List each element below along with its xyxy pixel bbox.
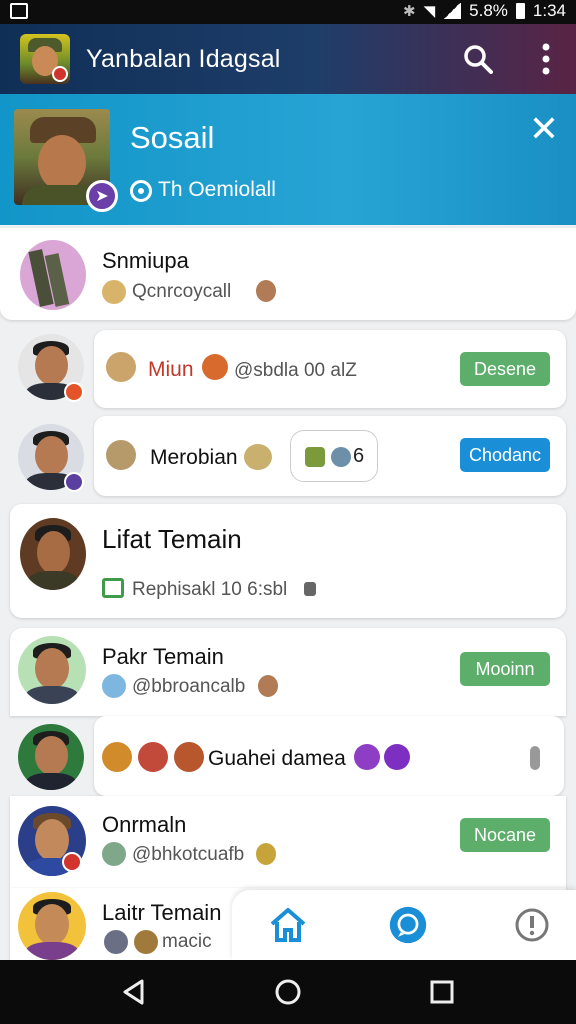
contact-handle: macic bbox=[162, 931, 212, 952]
user-icon bbox=[134, 930, 158, 954]
social-banner[interactable]: ➤ Sosail Th Oemiolall bbox=[0, 94, 576, 225]
system-nav-bar bbox=[0, 960, 576, 1024]
hand-icon bbox=[256, 280, 276, 302]
alert-icon[interactable] bbox=[512, 905, 552, 945]
user-icon bbox=[106, 440, 136, 470]
badge-icon bbox=[62, 852, 82, 872]
list-item[interactable]: Miun @sbdla 00 alZ Desene bbox=[94, 330, 566, 408]
chat-icon[interactable] bbox=[388, 905, 428, 945]
heart-icon bbox=[202, 354, 228, 380]
list-item[interactable]: Onrmaln @bhkotcuafb Nocane bbox=[10, 796, 566, 888]
list-item[interactable]: Snmiupa Qcnrcoycall bbox=[0, 228, 576, 320]
pin-icon bbox=[304, 582, 316, 596]
contact-handle: @bbroancalb bbox=[132, 676, 246, 697]
message-icon bbox=[102, 578, 124, 598]
avatar bbox=[20, 518, 86, 590]
contact-name: Guahei damea bbox=[208, 747, 346, 770]
counter-value: 6 bbox=[353, 445, 365, 467]
banner-title: Sosail bbox=[130, 120, 215, 155]
back-icon[interactable] bbox=[120, 978, 148, 1006]
avatar bbox=[20, 240, 86, 310]
status-icon bbox=[102, 280, 126, 304]
avatar bbox=[18, 636, 86, 704]
status-bar: ✱ ◥ 5.8% 1:34 bbox=[0, 0, 576, 24]
contact-name: Laitr Temain bbox=[102, 900, 222, 925]
game-icon bbox=[102, 742, 132, 772]
status-icon bbox=[104, 930, 128, 954]
action-button[interactable]: Nocane bbox=[460, 818, 550, 852]
clock: 1:34 bbox=[532, 1, 566, 20]
action-button[interactable]: Chodanc bbox=[460, 438, 550, 472]
close-icon[interactable]: ✕ bbox=[528, 111, 560, 147]
contact-handle: @sbdla 00 alZ bbox=[234, 360, 357, 381]
action-button[interactable]: Mooinn bbox=[460, 652, 550, 686]
user-icon bbox=[106, 352, 136, 382]
status-icon bbox=[102, 842, 126, 866]
contact-handle: Qcnrcoycall bbox=[132, 281, 232, 302]
status-icon bbox=[102, 674, 126, 698]
group-icon bbox=[244, 444, 272, 470]
wifi-icon: ◥ bbox=[423, 3, 436, 20]
search-icon[interactable] bbox=[460, 41, 496, 77]
gallery-icon bbox=[10, 3, 28, 19]
recents-icon[interactable] bbox=[428, 978, 456, 1006]
game-icon bbox=[138, 742, 168, 772]
contact-name: Lifat Temain bbox=[102, 524, 242, 554]
heart-icon bbox=[354, 744, 380, 770]
list-item[interactable]: Lifat Temain Rephisakl 10 6:sbl bbox=[10, 504, 566, 618]
action-button[interactable]: Desene bbox=[460, 352, 550, 386]
location-icon bbox=[130, 180, 152, 202]
leaf-icon bbox=[305, 447, 325, 467]
list-item[interactable]: Guahei damea bbox=[94, 716, 564, 796]
app-title: Yanbalan Idagsal bbox=[86, 45, 281, 73]
avatar[interactable] bbox=[18, 724, 84, 790]
bluetooth-icon: ✱ bbox=[403, 3, 416, 20]
list-item[interactable]: Merobian 6 Chodanc bbox=[94, 416, 566, 496]
game-icon bbox=[174, 742, 204, 772]
home-button-icon[interactable] bbox=[274, 978, 302, 1006]
signal-icon bbox=[443, 3, 462, 19]
more-options-icon[interactable] bbox=[528, 41, 564, 77]
heart-icon bbox=[384, 744, 410, 770]
hand-icon bbox=[258, 675, 278, 697]
contact-name: Snmiupa bbox=[102, 248, 189, 273]
contact-status: Rephisakl 10 6:sbl bbox=[132, 579, 288, 600]
badge-icon bbox=[64, 472, 84, 492]
contact-name: Pakr Temain bbox=[102, 644, 224, 669]
bottom-nav bbox=[232, 890, 576, 960]
share-badge-icon: ➤ bbox=[86, 180, 118, 212]
avatar bbox=[18, 892, 86, 960]
contact-name: Miun bbox=[148, 358, 194, 381]
list-item[interactable]: Pakr Temain @bbroancalb Mooinn bbox=[10, 628, 566, 716]
contact-handle: @bhkotcuafb bbox=[132, 844, 245, 865]
screen: ✱ ◥ 5.8% 1:34 Yanbalan Idagsal ➤ Sosail … bbox=[0, 0, 576, 1024]
app-bar: Yanbalan Idagsal bbox=[0, 24, 576, 94]
home-icon[interactable] bbox=[268, 905, 308, 945]
globe-icon bbox=[331, 447, 351, 467]
leaf-icon bbox=[256, 843, 276, 865]
badge-icon bbox=[64, 382, 84, 402]
reaction-counter[interactable]: 6 bbox=[290, 430, 378, 482]
info-icon[interactable] bbox=[530, 746, 540, 770]
battery-percent: 5.8% bbox=[469, 1, 508, 20]
banner-subtitle: Th Oemiolall bbox=[158, 178, 276, 201]
app-logo[interactable] bbox=[20, 34, 70, 84]
contact-name: Merobian bbox=[150, 446, 238, 469]
battery-icon bbox=[515, 3, 525, 19]
contact-name: Onrmaln bbox=[102, 812, 187, 837]
